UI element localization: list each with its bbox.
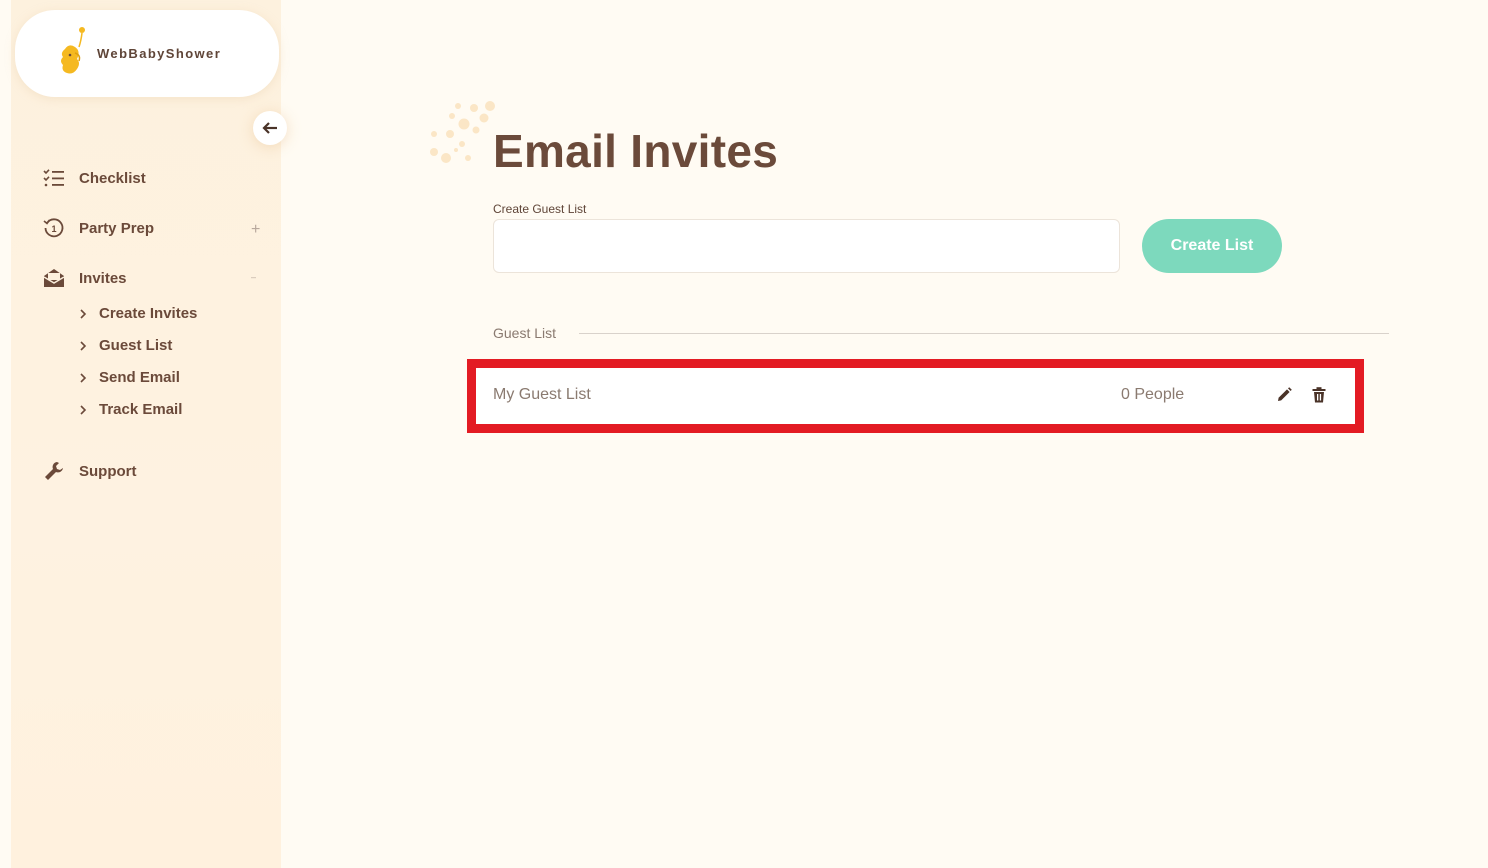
- guest-list-row-highlight: [467, 359, 1364, 433]
- sidebar-item-label: Invites: [79, 269, 127, 287]
- sidebar-subitem-label: Send Email: [99, 369, 180, 386]
- sidebar-item-checklist[interactable]: Checklist: [43, 167, 146, 189]
- trash-icon[interactable]: [1310, 386, 1328, 404]
- sidebar-item-support[interactable]: Support: [43, 460, 137, 482]
- guest-list-name[interactable]: My Guest List: [493, 386, 591, 404]
- logo-card[interactable]: WebBabyShower: [15, 10, 279, 97]
- sidebar-subitem-label: Create Invites: [99, 305, 198, 322]
- section-divider: [579, 333, 1389, 334]
- page-title: Email Invites: [493, 125, 779, 177]
- sidebar-item-label: Party Prep: [79, 219, 155, 237]
- arrow-left-icon: [262, 122, 277, 134]
- envelope-open-icon: [43, 267, 65, 289]
- chevron-right-icon: [79, 308, 89, 319]
- wrench-icon: [43, 460, 65, 482]
- sidebar-subitem-label: Guest List: [99, 337, 173, 354]
- sidebar-item-invites[interactable]: Invites: [43, 267, 127, 289]
- sidebar-item-party-prep[interactable]: 1 Party Prep: [43, 217, 154, 239]
- chevron-right-icon: [79, 340, 89, 351]
- sidebar-subitem-create-invites[interactable]: Create Invites: [79, 305, 197, 322]
- sidebar-subitem-track-email[interactable]: Track Email: [79, 401, 182, 418]
- edit-pencil-icon[interactable]: [1275, 386, 1293, 404]
- decorative-dots-icon: [430, 101, 495, 163]
- collapse-sidebar-button[interactable]: [253, 111, 287, 145]
- guest-list-name-input[interactable]: [493, 219, 1120, 273]
- guest-list-count: 0 People: [1121, 386, 1185, 403]
- brand-name: WebBabyShower: [97, 46, 222, 61]
- sidebar-subitem-label: Track Email: [99, 401, 183, 418]
- chevron-right-icon: [79, 372, 89, 383]
- sidebar-item-label: Support: [79, 462, 137, 480]
- elephant-logo-icon: [61, 26, 85, 73]
- chevron-right-icon: [79, 404, 89, 415]
- expand-toggle-icon[interactable]: +: [251, 221, 260, 239]
- create-guest-list-label: Create Guest List: [493, 202, 587, 216]
- sidebar-subitem-guest-list[interactable]: Guest List: [79, 337, 172, 354]
- create-list-button[interactable]: Create List: [1142, 219, 1282, 273]
- sidebar-item-label: Checklist: [79, 169, 146, 187]
- clock-history-icon: 1: [43, 217, 65, 239]
- sidebar: WebBabyShower Checklist 1 Party Prep + I…: [11, 0, 281, 868]
- checklist-icon: [43, 167, 65, 189]
- section-label-guest-list: Guest List: [493, 325, 557, 341]
- svg-text:1: 1: [51, 224, 56, 234]
- collapse-toggle-icon[interactable]: –: [251, 272, 256, 282]
- sidebar-subitem-send-email[interactable]: Send Email: [79, 369, 180, 386]
